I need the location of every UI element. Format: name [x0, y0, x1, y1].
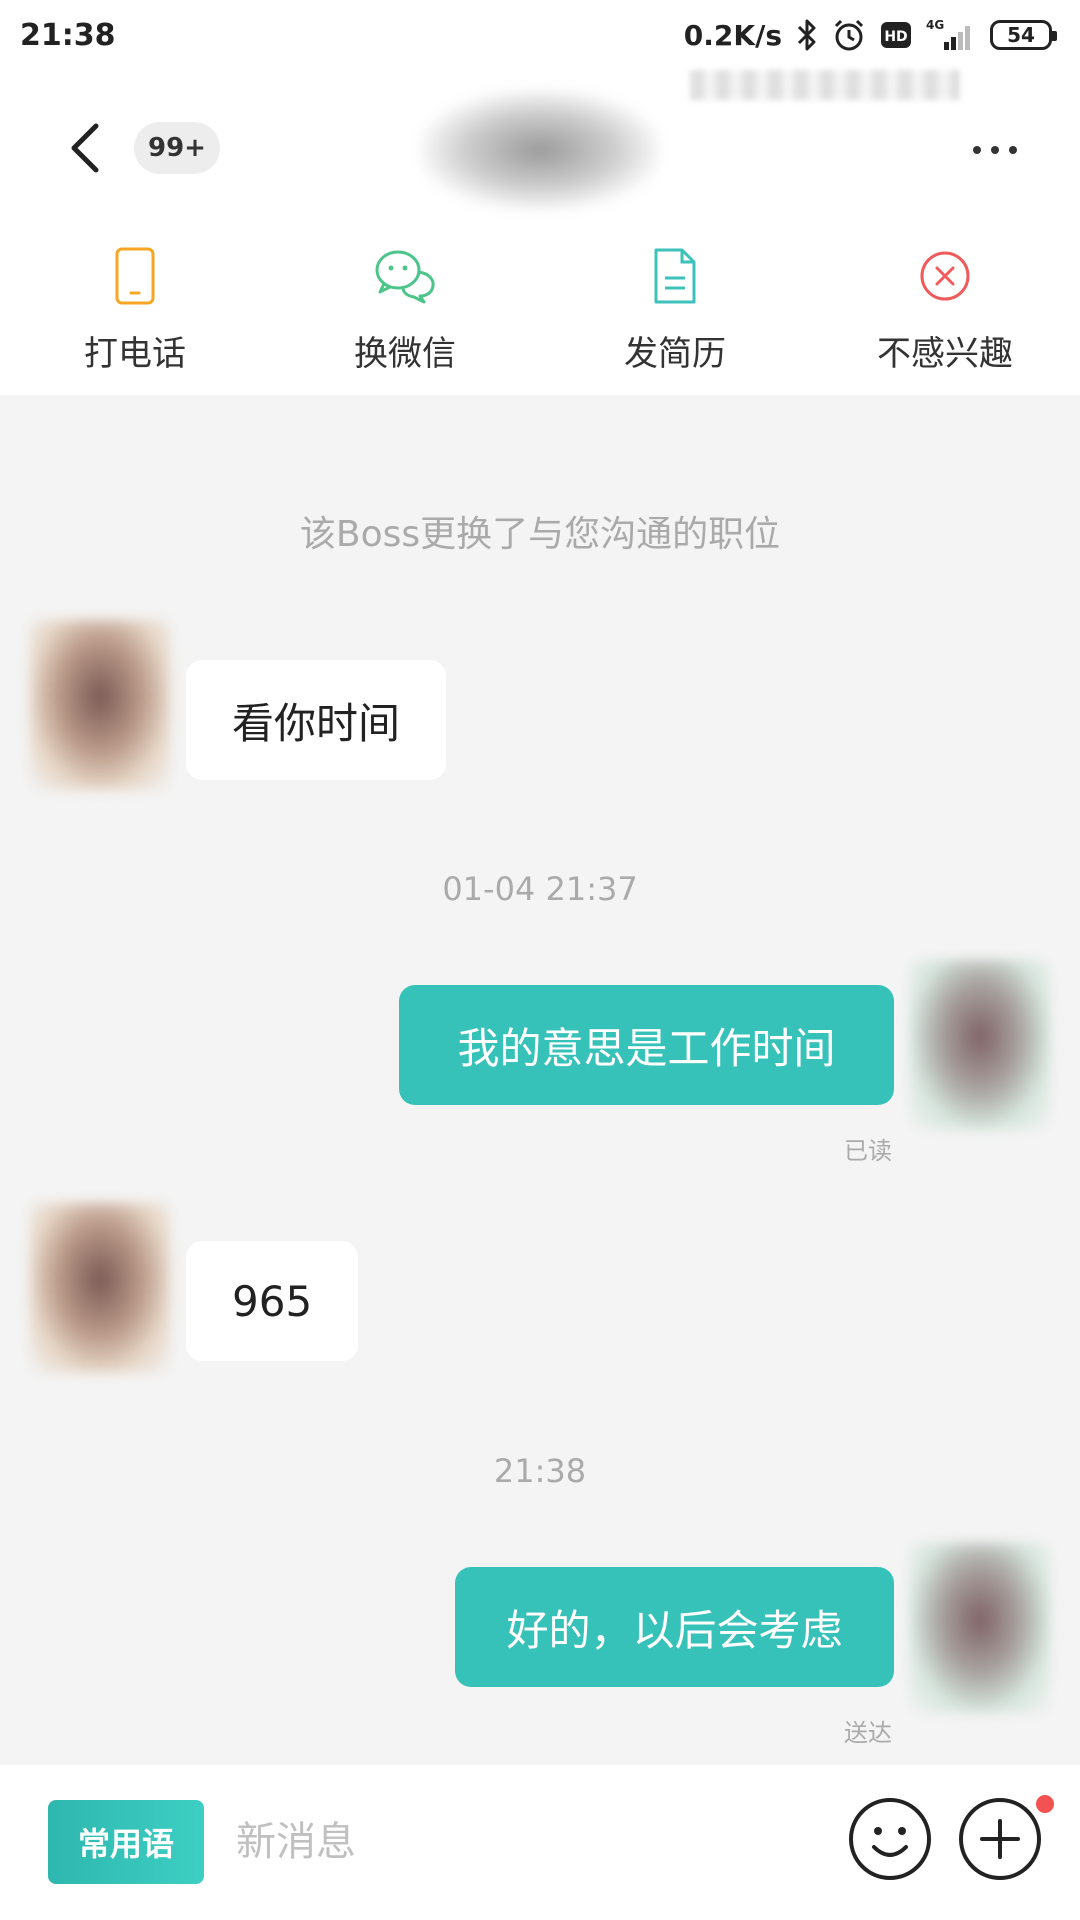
svg-text:4G: 4G	[926, 18, 944, 32]
message-input-bar: 常用语	[0, 1765, 1080, 1920]
signal-icon: 4G	[926, 18, 976, 52]
more-options-button[interactable]	[960, 130, 1030, 170]
message-timestamp: 21:38	[493, 1452, 587, 1490]
network-speed: 0.2K/s	[683, 18, 782, 52]
wechat-exchange-action[interactable]: 换微信	[270, 230, 540, 395]
contact-avatar[interactable]	[30, 1203, 170, 1373]
quick-actions-bar: 打电话 换微信 发简历 不感兴趣	[0, 230, 1080, 395]
message-bubble-outgoing[interactable]: 我的意思是工作时间	[399, 985, 894, 1105]
notification-dot	[1036, 1795, 1054, 1813]
back-button[interactable]	[54, 118, 114, 178]
alarm-icon	[832, 18, 866, 52]
close-circle-icon	[913, 244, 977, 308]
svg-text:HD: HD	[884, 29, 907, 45]
contact-name-blurred	[420, 90, 660, 210]
common-phrases-button[interactable]: 常用语	[48, 1800, 204, 1884]
call-action[interactable]: 打电话	[0, 230, 270, 395]
message-bubble-incoming[interactable]: 965	[186, 1241, 359, 1361]
chevron-left-icon	[71, 123, 99, 173]
read-receipt: 已读	[844, 1137, 892, 1165]
call-label: 打电话	[84, 334, 186, 374]
not-interested-action[interactable]: 不感兴趣	[810, 230, 1080, 395]
delivery-receipt: 送达	[844, 1719, 892, 1747]
emoji-button[interactable]	[848, 1797, 932, 1881]
send-resume-label: 发简历	[624, 334, 726, 374]
wechat-icon	[373, 244, 437, 308]
smiley-icon	[849, 1798, 931, 1880]
unread-count-badge[interactable]: 99+	[134, 122, 220, 174]
bluetooth-icon	[796, 18, 818, 52]
status-icons: 0.2K/s HD 4G 54	[683, 18, 1057, 52]
battery-icon: 54	[990, 20, 1057, 50]
chat-header: 99+	[0, 70, 1080, 230]
plus-circle-icon	[959, 1798, 1041, 1880]
more-horizontal-icon	[973, 146, 981, 154]
hd-icon: HD	[880, 21, 912, 49]
message-timestamp: 01-04 21:37	[442, 870, 638, 908]
contact-avatar[interactable]	[30, 620, 170, 790]
resume-icon	[643, 244, 707, 308]
message-list[interactable]: 该Boss更换了与您沟通的职位 看你时间 01-04 21:37 我的意思是工作…	[0, 395, 1080, 1765]
my-avatar[interactable]	[910, 960, 1050, 1130]
more-input-button[interactable]	[958, 1797, 1042, 1881]
my-avatar[interactable]	[910, 1543, 1050, 1713]
message-bubble-outgoing[interactable]: 好的，以后会考虑	[455, 1567, 894, 1687]
message-input[interactable]	[236, 1800, 796, 1884]
contact-subtitle-blurred	[690, 70, 960, 100]
system-notice: 该Boss更换了与您沟通的职位	[299, 514, 781, 555]
not-interested-label: 不感兴趣	[877, 334, 1013, 374]
wechat-exchange-label: 换微信	[354, 334, 456, 374]
status-bar: 21:38 0.2K/s HD 4G 54	[0, 0, 1080, 70]
message-bubble-incoming[interactable]: 看你时间	[186, 660, 447, 780]
phone-icon	[103, 244, 167, 308]
status-time: 21:38	[20, 17, 116, 53]
send-resume-action[interactable]: 发简历	[540, 230, 810, 395]
